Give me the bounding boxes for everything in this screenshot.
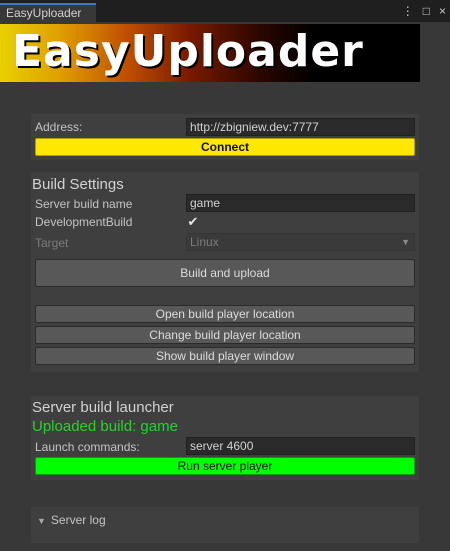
address-label: Address: — [35, 120, 83, 134]
close-icon[interactable]: × — [439, 4, 446, 18]
development-build-checkbox[interactable]: ✔ — [186, 215, 200, 229]
tab-bar: EasyUploader ⋮ □ × — [0, 0, 450, 22]
address-field[interactable]: http://zbigniew.dev:7777 — [186, 118, 415, 136]
target-label: Target — [35, 236, 69, 250]
launch-commands-label: Launch commands: — [35, 440, 140, 454]
launcher-header: Server build launcher — [32, 399, 174, 416]
triangle-down-icon: ▼ — [37, 516, 46, 526]
connect-button[interactable]: Connect — [35, 138, 415, 156]
target-select-value: Linux — [190, 235, 219, 249]
tab-easyuploader[interactable]: EasyUploader — [0, 3, 96, 22]
show-build-window-button[interactable]: Show build player window — [35, 347, 415, 365]
banner-title: EasyUploader — [12, 26, 364, 77]
build-and-upload-button[interactable]: Build and upload — [35, 259, 415, 287]
tab-title: EasyUploader — [6, 6, 82, 20]
window-controls: ⋮ □ × — [402, 4, 446, 18]
upload-status: Uploaded build: game — [32, 418, 178, 435]
change-build-location-button[interactable]: Change build player location — [35, 326, 415, 344]
run-server-player-button[interactable]: Run server player — [35, 457, 415, 475]
development-build-label: DevelopmentBuild — [35, 215, 133, 229]
launch-commands-field[interactable]: server 4600 — [186, 437, 415, 455]
server-log-foldout[interactable]: ▼ Server log — [37, 512, 106, 529]
maximize-icon[interactable]: □ — [423, 4, 430, 18]
server-log-label: Server log — [50, 513, 106, 527]
server-build-name-field[interactable]: game — [186, 194, 415, 212]
open-build-location-button[interactable]: Open build player location — [35, 305, 415, 323]
chevron-down-icon: ▼ — [401, 237, 410, 247]
build-settings-header: Build Settings — [32, 176, 124, 193]
server-build-name-label: Server build name — [35, 197, 133, 211]
banner-logo: EasyUploader — [0, 24, 420, 82]
kebab-menu-icon[interactable]: ⋮ — [402, 4, 414, 18]
target-select[interactable]: Linux ▼ — [186, 233, 415, 251]
